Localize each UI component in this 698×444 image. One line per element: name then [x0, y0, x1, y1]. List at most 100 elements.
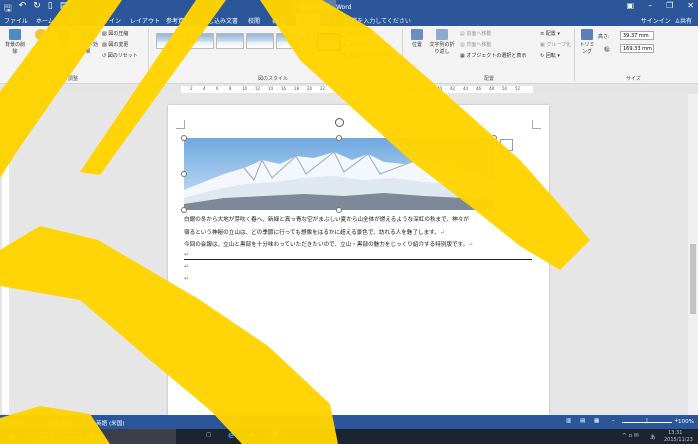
ruler-number: 20 — [307, 86, 313, 91]
resize-handle[interactable] — [336, 207, 342, 213]
signin-link[interactable]: サインイン — [641, 18, 671, 25]
crop-icon — [581, 29, 593, 40]
resize-handle[interactable] — [181, 135, 187, 141]
tell-me-box[interactable]: ⌕ 実行したい作業を入力してください — [310, 16, 411, 26]
height-input[interactable]: 39.37 mm — [620, 31, 654, 40]
crop-button[interactable]: トリミング — [578, 29, 596, 55]
start-windows-icon[interactable]: ⊞ — [9, 432, 16, 441]
layout-options-icon[interactable] — [500, 139, 513, 151]
send-backward-button[interactable]: ▥ 背面へ移動 — [460, 41, 491, 48]
tab-layout[interactable]: レイアウト — [130, 16, 160, 25]
taskbar-search-box[interactable]: Web と Windows を検索 — [26, 429, 176, 444]
position-icon — [411, 29, 423, 40]
group-divider — [148, 29, 149, 81]
web-layout-icon[interactable]: ▦ — [594, 418, 599, 424]
compress-pictures-button[interactable]: ▧ 図の圧縮 — [102, 30, 128, 37]
proofing-icon[interactable]: □ — [84, 418, 89, 424]
clock-time[interactable]: 13:31 — [668, 430, 682, 436]
zoom-level[interactable]: 100% — [678, 419, 694, 425]
resize-handle[interactable] — [336, 135, 342, 141]
zoom-slider-thumb[interactable]: | — [646, 418, 648, 424]
style-thumb-3[interactable] — [216, 33, 244, 49]
rotate-button[interactable]: ↻ 回転 ▾ — [540, 52, 560, 59]
ruler-number: 26 — [346, 86, 352, 91]
vertical-ruler — [0, 94, 10, 415]
ruler-number: 22 — [320, 86, 326, 91]
style-thumb-5[interactable] — [276, 33, 304, 49]
color-icon — [58, 29, 70, 40]
ruler-number: 44 — [463, 86, 469, 91]
ruler-number: 52 — [515, 86, 521, 91]
ime-indicator[interactable]: あ — [650, 433, 656, 441]
restore-icon[interactable]: ❐ — [666, 1, 673, 10]
task-view-icon[interactable]: ▢ — [206, 432, 211, 438]
wrap-text-button[interactable]: 文字列の折り返し — [428, 29, 456, 55]
vertical-scrollbar[interactable] — [688, 94, 698, 415]
tab-selector[interactable]: L — [6, 85, 14, 93]
tab-mailings[interactable]: 差し込み文書 — [202, 16, 238, 25]
window-controls: ▣ – ❐ ✕ — [627, 1, 694, 10]
picture-layout-button[interactable]: ▦ 図のレイアウト ▾ — [342, 52, 387, 59]
selection-pane-button[interactable]: ▦ オブジェクトの選択と表示 — [460, 52, 526, 59]
rotate-handle-icon[interactable] — [335, 118, 344, 127]
language-indicator[interactable]: 英語 (米国) — [96, 419, 125, 427]
tab-view[interactable]: 表示 — [272, 16, 284, 25]
account-area[interactable]: サインイン ♙共有 — [641, 16, 692, 25]
artistic-effects-button[interactable]: アート効果 — [76, 29, 100, 55]
tab-file[interactable]: ファイル — [4, 16, 28, 25]
print-layout-icon[interactable]: ▤ — [580, 418, 585, 424]
ribbon: 背景の削除 修整 色 アート効果 ▧ 図の圧縮 ▨ 図の変更 ↺ 図のリセット … — [0, 26, 698, 84]
align-button[interactable]: ≡ 配置 ▾ — [540, 30, 560, 37]
bring-forward-button[interactable]: ▤ 前面へ移動 — [460, 30, 491, 37]
color-button[interactable]: 色 — [54, 29, 74, 48]
tab-review[interactable]: 校閲 — [248, 16, 260, 25]
read-mode-icon[interactable]: ▥ — [566, 418, 571, 424]
zoom-out-icon[interactable]: – — [612, 418, 615, 424]
paragraph-mark: ↵ — [184, 275, 190, 282]
ruler-number: 34 — [398, 86, 404, 91]
page-count[interactable]: 1/1 ページ — [4, 419, 31, 427]
title-bar: 図ツール 🖫 ↶ ↻ ▯ ▤ ⌕ 会報特別号 - Word ▣ – ❐ ✕ — [0, 0, 698, 14]
status-bar: 1/1 ページ 148 文字 □ 英語 (米国) ▥ ▤ ▦ – | + 100… — [0, 415, 698, 429]
tab-references[interactable]: 参考資料 — [166, 16, 190, 25]
style-thumb-4[interactable] — [246, 33, 274, 49]
style-thumb-7[interactable] — [317, 33, 341, 51]
resize-handle[interactable] — [491, 171, 497, 177]
word-taskbar-button[interactable]: W — [268, 429, 284, 444]
horizontal-ruler: L 2 4 6 8 10 12 14 16 18 20 22 24 26 28 30 32 34 36 38 40 42… — [0, 84, 698, 94]
resize-handle[interactable] — [491, 207, 497, 213]
mountain-photo[interactable] — [184, 138, 494, 210]
tab-design[interactable]: デザイン — [97, 16, 121, 25]
share-button[interactable]: 共有 — [680, 18, 692, 25]
remove-background-button[interactable]: 背景の削除 — [4, 29, 26, 55]
minimize-icon[interactable]: – — [648, 1, 652, 10]
ribbon-options-icon[interactable]: ▣ — [627, 1, 635, 10]
wrap-text-icon — [436, 29, 448, 40]
group-button[interactable]: ▣ グループ化 — [540, 41, 571, 48]
change-picture-button[interactable]: ▨ 図の変更 — [102, 41, 128, 48]
width-input[interactable]: 169.33 mm — [620, 44, 654, 53]
reset-picture-button[interactable]: ↺ 図のリセット — [102, 52, 138, 59]
style-thumb-1[interactable] — [156, 33, 184, 49]
scrollbar-thumb[interactable] — [690, 244, 696, 314]
word-app-icon: W — [272, 431, 279, 437]
file-explorer-icon[interactable]: ■ — [250, 432, 255, 438]
resize-handle[interactable] — [491, 135, 497, 141]
tray-icons[interactable]: ^ ▫ ✉ — [622, 433, 639, 439]
resize-handle[interactable] — [181, 207, 187, 213]
picture-effects-button[interactable]: ▣ 図の効果 ▾ — [342, 41, 372, 48]
clock-date[interactable]: 2015/11/23 — [664, 437, 693, 443]
close-icon[interactable]: ✕ — [687, 1, 694, 10]
resize-handle[interactable] — [181, 171, 187, 177]
ruler-number: 28 — [359, 86, 365, 91]
position-button[interactable]: 位置 — [408, 29, 426, 48]
tab-home[interactable]: ホーム — [36, 16, 54, 25]
style-thumb-2[interactable] — [186, 33, 214, 49]
margin-mark — [532, 120, 541, 129]
word-count[interactable]: 148 文字 — [48, 419, 72, 427]
corrections-button[interactable]: 修整 — [30, 29, 52, 48]
edge-browser-icon[interactable]: e — [228, 431, 234, 441]
picture-border-button[interactable]: ▢ 図の枠線 ▾ — [342, 30, 372, 37]
size-group-label: サイズ — [626, 76, 641, 82]
tab-insert[interactable]: 挿入 — [68, 16, 80, 25]
